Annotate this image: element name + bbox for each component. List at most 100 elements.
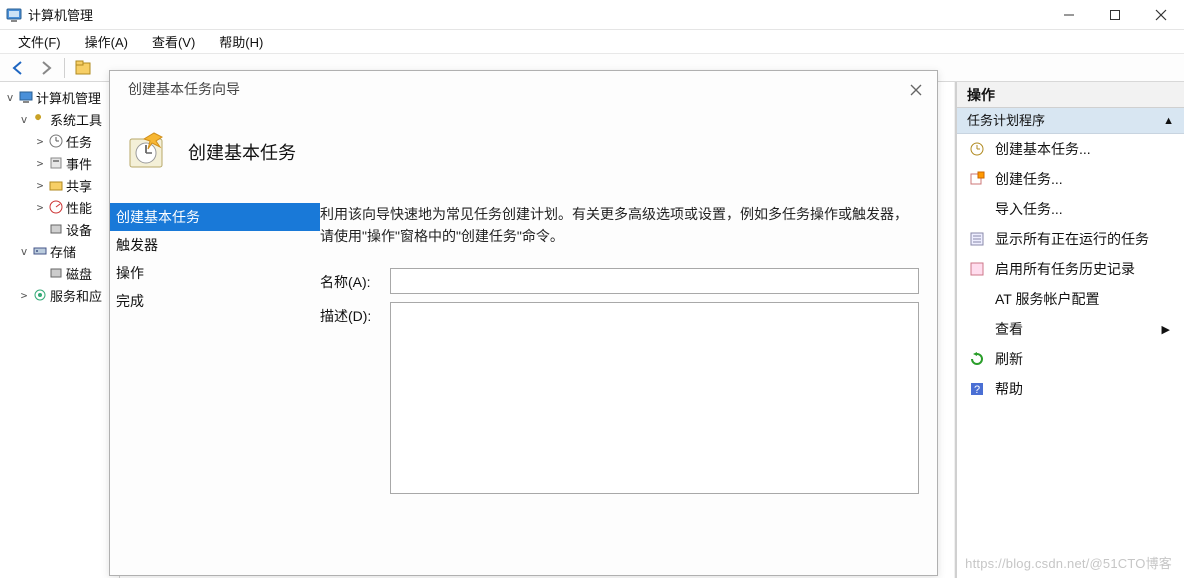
tree-panel: v 计算机管理 v 系统工具 > 任务 > 事件 > 共享 > 性能 <box>0 82 120 578</box>
action-label: 导入任务... <box>995 199 1063 219</box>
expander-icon[interactable]: v <box>18 113 30 126</box>
tree-label: 存储 <box>50 242 76 261</box>
wizard-steps: 创建基本任务 触发器 操作 完成 <box>110 203 320 575</box>
help-icon: ? <box>969 381 985 397</box>
blank-icon <box>969 321 985 337</box>
storage-icon <box>32 243 48 259</box>
tree-storage[interactable]: v 存储 <box>0 240 119 262</box>
tree-label: 性能 <box>66 198 92 217</box>
computer-icon <box>18 89 34 105</box>
wizard-description: 利用该向导快速地为常见任务创建计划。有关更多高级选项或设置，例如多任务操作或触发… <box>320 203 919 248</box>
menu-file[interactable]: 文件(F) <box>8 30 71 53</box>
nav-forward-button[interactable] <box>34 57 58 79</box>
collapse-icon: ▲ <box>1163 108 1174 134</box>
tree-event-viewer[interactable]: > 事件 <box>0 152 119 174</box>
group-label: 任务计划程序 <box>967 108 1045 134</box>
tree-label: 任务 <box>66 132 92 151</box>
action-view-submenu[interactable]: 查看 ▶ <box>957 314 1184 344</box>
description-input[interactable] <box>390 302 919 494</box>
action-label: 帮助 <box>995 379 1023 399</box>
wizard-hero-icon <box>126 131 168 173</box>
name-input[interactable] <box>390 268 919 294</box>
tree-label: 设备 <box>66 220 92 239</box>
action-label: AT 服务帐户配置 <box>995 289 1100 309</box>
perf-icon <box>48 199 64 215</box>
action-label: 创建基本任务... <box>995 139 1091 159</box>
disk-icon <box>48 265 64 281</box>
tree-shared-folders[interactable]: > 共享 <box>0 174 119 196</box>
tree-root[interactable]: v 计算机管理 <box>0 86 119 108</box>
tree-performance[interactable]: > 性能 <box>0 196 119 218</box>
tree-label: 系统工具 <box>50 110 102 129</box>
tree-device-manager[interactable]: 设备 <box>0 218 119 240</box>
share-icon <box>48 177 64 193</box>
action-label: 显示所有正在运行的任务 <box>995 229 1149 249</box>
expander-icon[interactable]: > <box>34 157 46 170</box>
blank-icon <box>969 201 985 217</box>
minimize-button[interactable] <box>1046 0 1092 29</box>
wizard-step-finish[interactable]: 完成 <box>110 287 320 315</box>
close-button[interactable] <box>1138 0 1184 29</box>
tree-label: 磁盘 <box>66 264 92 283</box>
tree-label: 共享 <box>66 176 92 195</box>
action-create-task[interactable]: 创建任务... <box>957 164 1184 194</box>
toolbar-button[interactable] <box>71 57 95 79</box>
actions-header: 操作 <box>957 82 1184 108</box>
expander-icon[interactable]: > <box>34 179 46 192</box>
action-at-config[interactable]: AT 服务帐户配置 <box>957 284 1184 314</box>
action-enable-history[interactable]: 启用所有任务历史记录 <box>957 254 1184 284</box>
expander-icon[interactable]: > <box>34 135 46 148</box>
wizard-step-action[interactable]: 操作 <box>110 259 320 287</box>
action-label: 查看 <box>995 319 1023 339</box>
action-show-running[interactable]: 显示所有正在运行的任务 <box>957 224 1184 254</box>
action-group-title[interactable]: 任务计划程序 ▲ <box>957 108 1184 134</box>
action-label: 启用所有任务历史记录 <box>995 259 1135 279</box>
tree-disk-management[interactable]: 磁盘 <box>0 262 119 284</box>
action-create-basic-task[interactable]: 创建基本任务... <box>957 134 1184 164</box>
expander-icon[interactable]: > <box>34 201 46 214</box>
tree-system-tools[interactable]: v 系统工具 <box>0 108 119 130</box>
clock-new-icon <box>969 141 985 157</box>
description-label: 描述(D): <box>320 302 390 326</box>
app-icon <box>6 7 22 23</box>
tree-label: 计算机管理 <box>36 88 101 107</box>
actions-panel: 操作 任务计划程序 ▲ 创建基本任务... 创建任务... 导入任务... 显示… <box>956 82 1184 578</box>
expander-icon[interactable]: v <box>18 245 30 258</box>
expander-icon[interactable]: v <box>4 91 16 104</box>
tree-label: 服务和应 <box>50 286 102 305</box>
dialog-hero-title: 创建基本任务 <box>188 139 296 165</box>
chevron-right-icon: ▶ <box>1162 323 1170 336</box>
watermark: https://blog.csdn.net/@51CTO博客 <box>965 553 1172 572</box>
wizard-step-trigger[interactable]: 触发器 <box>110 231 320 259</box>
services-icon <box>32 287 48 303</box>
action-label: 刷新 <box>995 349 1023 369</box>
action-import-task[interactable]: 导入任务... <box>957 194 1184 224</box>
device-icon <box>48 221 64 237</box>
tree-task-scheduler[interactable]: > 任务 <box>0 130 119 152</box>
nav-back-button[interactable] <box>6 57 30 79</box>
menu-bar: 文件(F) 操作(A) 查看(V) 帮助(H) <box>0 30 1184 54</box>
list-icon <box>969 231 985 247</box>
menu-view[interactable]: 查看(V) <box>142 30 205 53</box>
task-new-icon <box>969 171 985 187</box>
wizard-step-create[interactable]: 创建基本任务 <box>110 203 320 231</box>
expander-icon[interactable]: > <box>18 289 30 302</box>
menu-help[interactable]: 帮助(H) <box>209 30 273 53</box>
tree-label: 事件 <box>66 154 92 173</box>
window-title: 计算机管理 <box>28 5 93 24</box>
history-icon <box>969 261 985 277</box>
clock-icon <box>48 133 64 149</box>
maximize-button[interactable] <box>1092 0 1138 29</box>
dialog-title: 创建基本任务向导 <box>128 79 240 99</box>
refresh-icon <box>969 351 985 367</box>
blank-icon <box>969 291 985 307</box>
menu-action[interactable]: 操作(A) <box>75 30 138 53</box>
wrench-icon <box>32 111 48 127</box>
dialog-close-button[interactable] <box>907 81 925 99</box>
action-refresh[interactable]: 刷新 <box>957 344 1184 374</box>
action-label: 创建任务... <box>995 169 1063 189</box>
tree-services[interactable]: > 服务和应 <box>0 284 119 306</box>
action-help[interactable]: ? 帮助 <box>957 374 1184 404</box>
svg-text:?: ? <box>974 384 980 396</box>
wizard-dialog: 创建基本任务向导 创建基本任务 创建基本任务 触发器 操作 完成 利用该向导快速… <box>109 70 938 576</box>
